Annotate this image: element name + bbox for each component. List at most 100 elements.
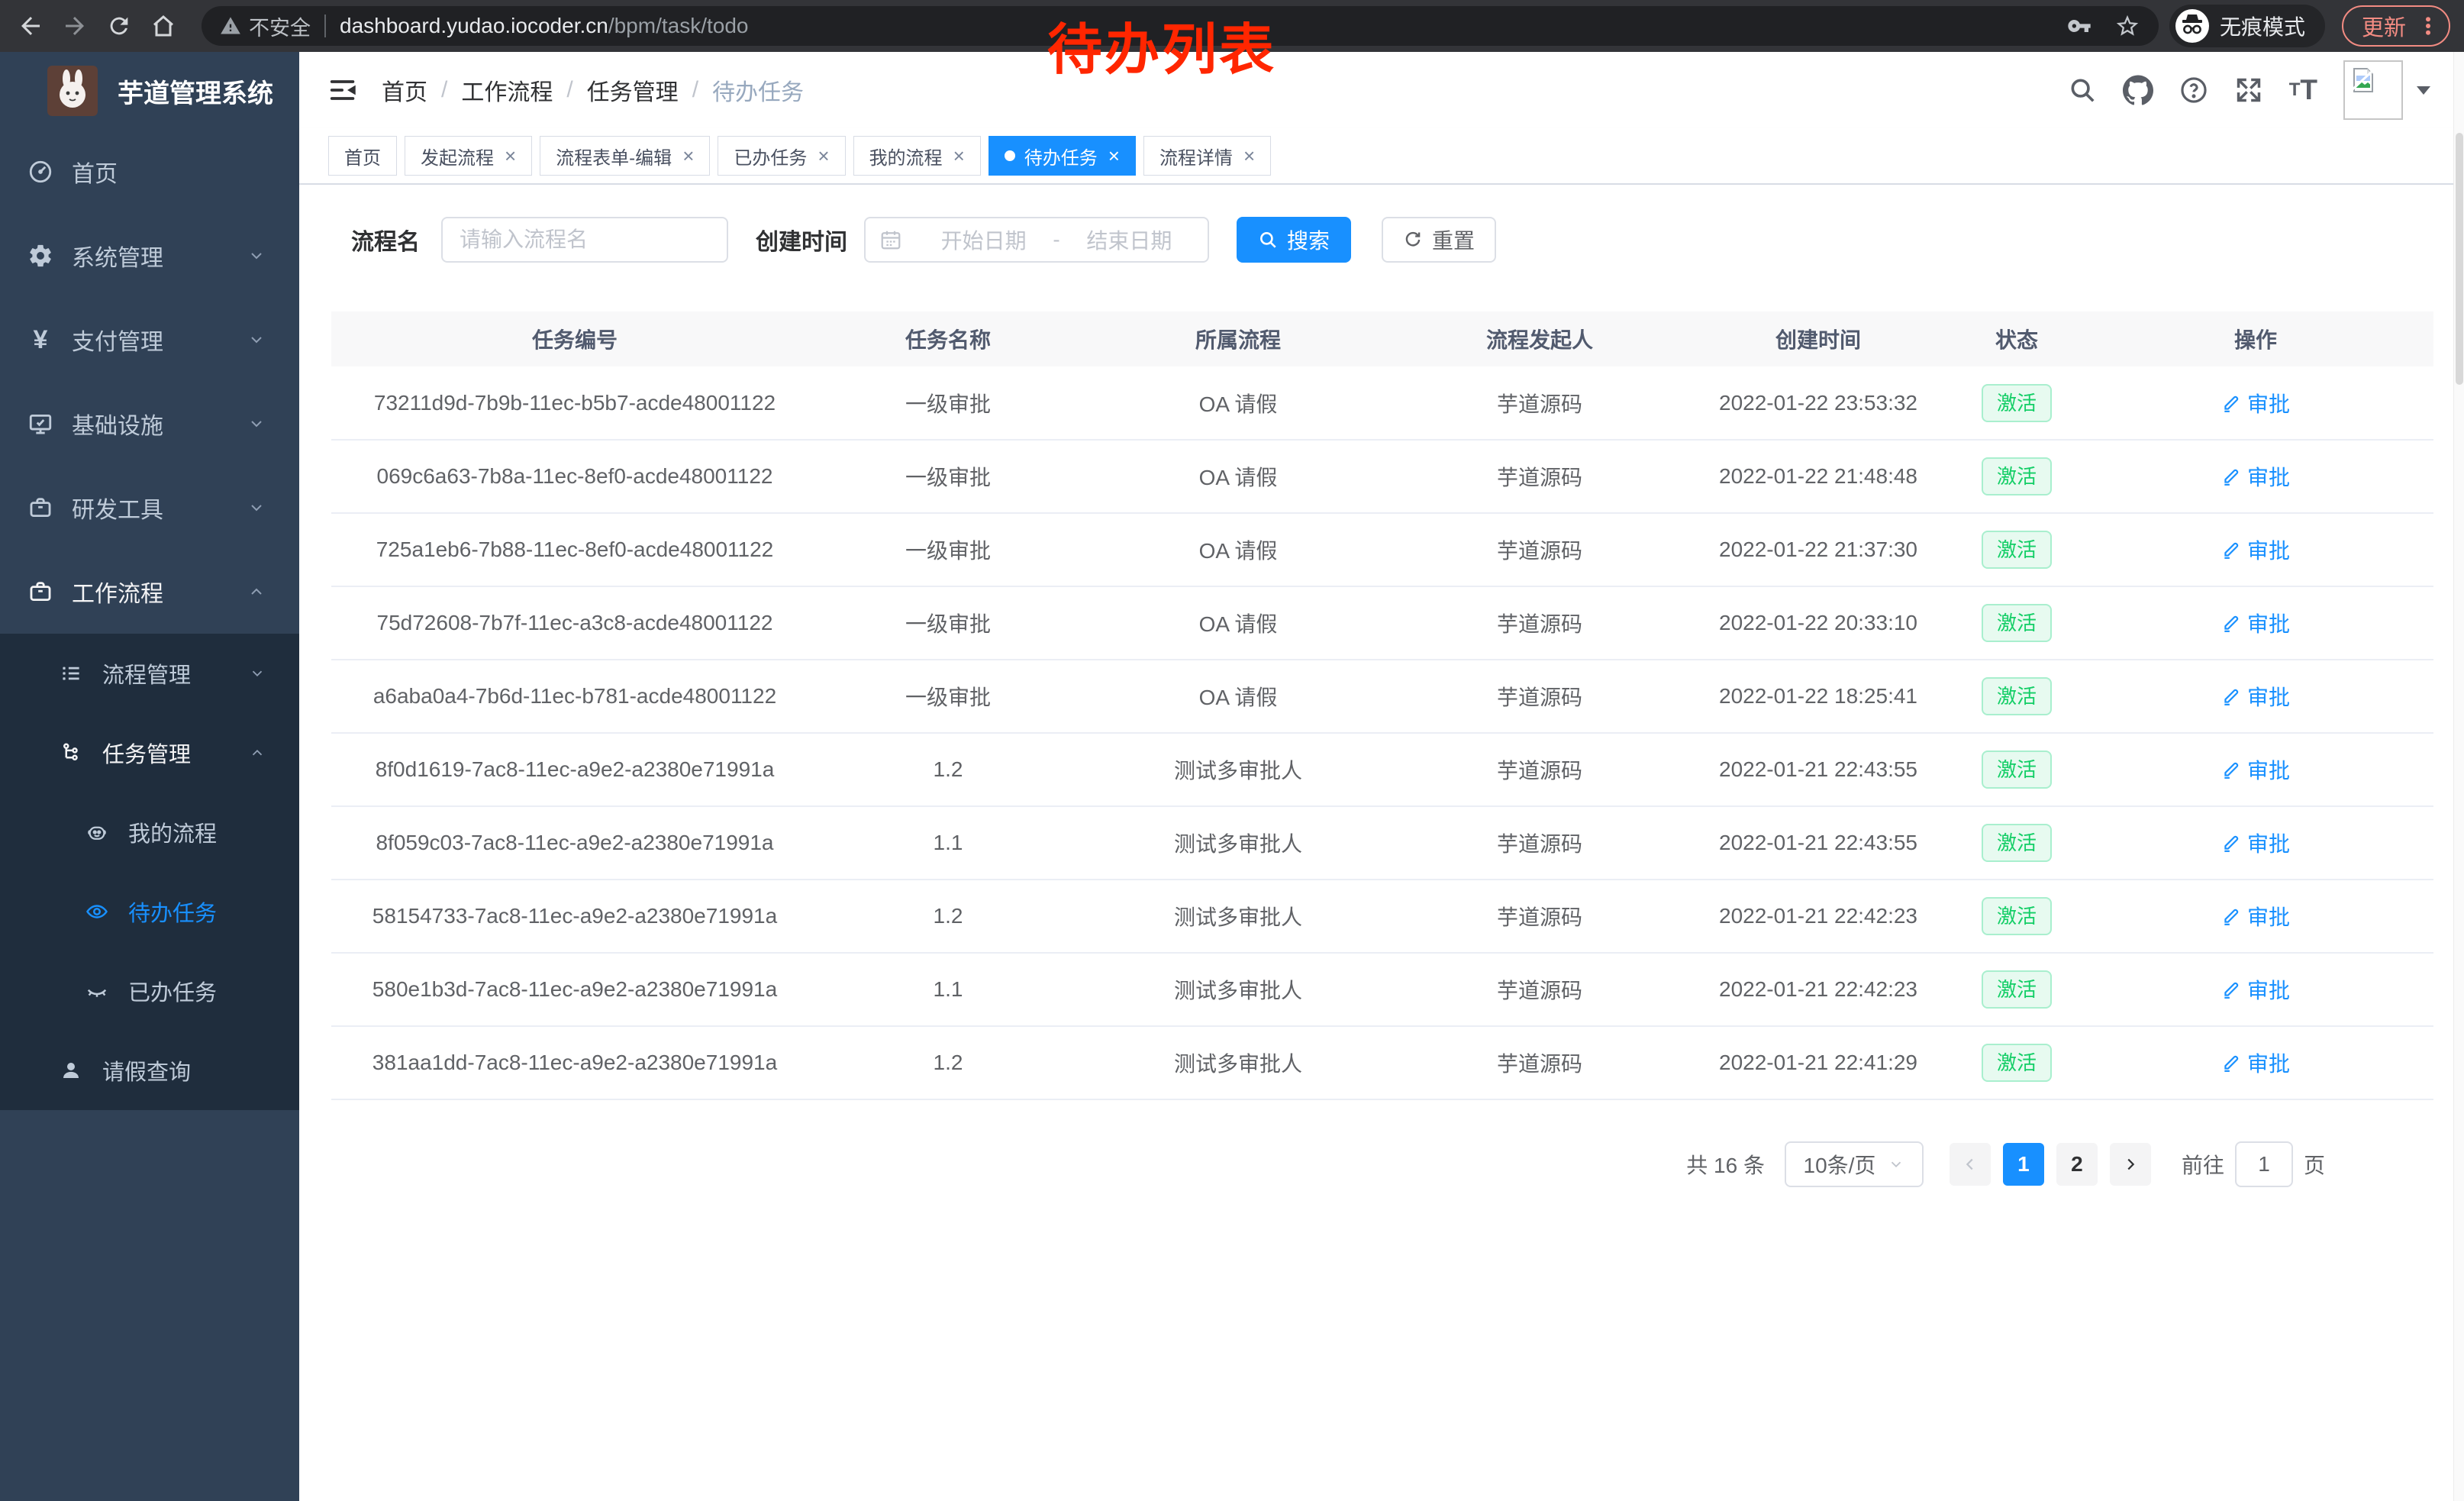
page-unit-label: 页 bbox=[2304, 1149, 2325, 1180]
tab-start-process[interactable]: 发起流程× bbox=[405, 136, 532, 176]
breadcrumb-workflow[interactable]: 工作流程 bbox=[461, 73, 553, 107]
sidebar-item-my-process[interactable]: 我的流程 bbox=[0, 792, 299, 872]
browser-menu-icon[interactable] bbox=[2417, 13, 2440, 39]
app-logo-row[interactable]: 芋道管理系统 bbox=[0, 52, 299, 130]
sidebar-item-task-mgmt[interactable]: 任务管理 bbox=[0, 713, 299, 792]
approve-link[interactable]: 审批 bbox=[2221, 754, 2290, 785]
approve-link[interactable]: 审批 bbox=[2221, 681, 2290, 712]
approve-link[interactable]: 审批 bbox=[2221, 974, 2290, 1005]
breadcrumb: 首页 / 工作流程 / 任务管理 / 待办任务 bbox=[382, 73, 804, 107]
table-row: 725a1eb6-7b88-11ec-8ef0-acde48001122 一级审… bbox=[331, 513, 2433, 586]
reset-button[interactable]: 重置 bbox=[1382, 217, 1496, 263]
process-name-input[interactable] bbox=[441, 217, 728, 263]
avatar-caret-icon[interactable] bbox=[2415, 85, 2432, 95]
browser-back-button[interactable] bbox=[14, 9, 47, 43]
table-row: 73211d9d-7b9b-11ec-b5b7-acde48001122 一级审… bbox=[331, 366, 2433, 440]
task-time: 2022-01-22 20:33:10 bbox=[1681, 586, 1956, 660]
close-icon[interactable]: × bbox=[1243, 146, 1255, 166]
chevron-down-icon bbox=[247, 499, 266, 517]
search-icon[interactable] bbox=[2068, 76, 2097, 105]
sidebar: 芋道管理系统 首页 系统管理 ¥ 支付管理 基础设施 bbox=[0, 52, 299, 1501]
tab-form-edit[interactable]: 流程表单-编辑× bbox=[540, 136, 710, 176]
task-time: 2022-01-22 21:48:48 bbox=[1681, 440, 1956, 513]
tab-done-tasks[interactable]: 已办任务× bbox=[718, 136, 845, 176]
page-size-select[interactable]: 10条/页 bbox=[1785, 1141, 1924, 1187]
sidebar-item-devtools[interactable]: 研发工具 bbox=[0, 466, 299, 550]
font-size-icon[interactable]: TT bbox=[2289, 74, 2317, 106]
close-icon[interactable]: × bbox=[682, 146, 694, 166]
help-icon[interactable] bbox=[2179, 76, 2208, 105]
page-button-1[interactable]: 1 bbox=[2003, 1143, 2044, 1186]
key-icon[interactable] bbox=[2067, 14, 2091, 38]
status-badge: 激活 bbox=[1982, 970, 2052, 1009]
breadcrumb-task-mgmt[interactable]: 任务管理 bbox=[587, 73, 679, 107]
col-process: 所属流程 bbox=[1078, 311, 1398, 366]
sidebar-toggle-icon[interactable] bbox=[328, 75, 359, 105]
approve-link[interactable]: 审批 bbox=[2221, 608, 2290, 638]
date-range-picker[interactable]: 开始日期 - 结束日期 bbox=[864, 217, 1209, 263]
approve-link[interactable]: 审批 bbox=[2221, 828, 2290, 858]
task-process: OA 请假 bbox=[1078, 586, 1398, 660]
task-time: 2022-01-22 23:53:32 bbox=[1681, 366, 1956, 440]
approve-link[interactable]: 审批 bbox=[2221, 388, 2290, 418]
sidebar-item-payment[interactable]: ¥ 支付管理 bbox=[0, 298, 299, 382]
close-icon[interactable]: × bbox=[1108, 146, 1120, 166]
next-page-button[interactable] bbox=[2110, 1143, 2151, 1186]
page-scrollbar[interactable] bbox=[2453, 52, 2464, 1501]
browser-home-button[interactable] bbox=[147, 9, 180, 43]
approve-link[interactable]: 审批 bbox=[2221, 461, 2290, 492]
sidebar-item-workflow[interactable]: 工作流程 bbox=[0, 550, 299, 634]
task-time: 2022-01-21 22:42:23 bbox=[1681, 880, 1956, 953]
task-id: 58154733-7ac8-11ec-a9e2-a2380e71991a bbox=[331, 880, 818, 953]
close-icon[interactable]: × bbox=[505, 146, 516, 166]
task-id: 8f059c03-7ac8-11ec-a9e2-a2380e71991a bbox=[331, 806, 818, 880]
approve-link[interactable]: 审批 bbox=[2221, 534, 2290, 565]
task-starter: 芋道源码 bbox=[1398, 586, 1681, 660]
page-button-2[interactable]: 2 bbox=[2056, 1143, 2098, 1186]
sidebar-item-system[interactable]: 系统管理 bbox=[0, 214, 299, 298]
bookmark-star-icon[interactable] bbox=[2114, 13, 2140, 39]
prev-page-button[interactable] bbox=[1950, 1143, 1991, 1186]
tab-my-process[interactable]: 我的流程× bbox=[853, 136, 981, 176]
approve-link[interactable]: 审批 bbox=[2221, 901, 2290, 931]
omnibox-divider bbox=[324, 15, 326, 37]
table-row: 8f0d1619-7ac8-11ec-a9e2-a2380e71991a 1.2… bbox=[331, 733, 2433, 806]
browser-forward-button[interactable] bbox=[58, 9, 92, 43]
github-icon[interactable] bbox=[2123, 75, 2153, 105]
sidebar-item-process-mgmt[interactable]: 流程管理 bbox=[0, 634, 299, 713]
status-badge: 激活 bbox=[1982, 531, 2052, 569]
browser-reload-button[interactable] bbox=[102, 9, 136, 43]
fullscreen-icon[interactable] bbox=[2234, 76, 2263, 105]
goto-page-input[interactable] bbox=[2235, 1141, 2293, 1187]
status-badge: 激活 bbox=[1982, 384, 2052, 422]
user-icon bbox=[60, 1059, 82, 1082]
scrollbar-thumb[interactable] bbox=[2456, 133, 2463, 385]
task-name: 一级审批 bbox=[818, 366, 1078, 440]
sidebar-item-home[interactable]: 首页 bbox=[0, 130, 299, 214]
task-name: 一级审批 bbox=[818, 440, 1078, 513]
approve-link[interactable]: 审批 bbox=[2221, 1047, 2290, 1078]
update-button[interactable]: 更新 bbox=[2362, 10, 2406, 42]
sidebar-item-todo-tasks[interactable]: 待办任务 bbox=[0, 872, 299, 951]
robot-icon bbox=[85, 821, 108, 844]
sidebar-item-leave-query[interactable]: 请假查询 bbox=[0, 1031, 299, 1110]
tab-process-detail[interactable]: 流程详情× bbox=[1143, 136, 1271, 176]
tab-todo-tasks[interactable]: 待办任务× bbox=[989, 136, 1136, 176]
tab-home[interactable]: 首页 bbox=[328, 136, 397, 176]
eye-icon bbox=[85, 900, 108, 923]
status-badge: 激活 bbox=[1982, 750, 2052, 789]
avatar[interactable] bbox=[2343, 60, 2403, 120]
col-actions: 操作 bbox=[2078, 311, 2433, 366]
breadcrumb-home[interactable]: 首页 bbox=[382, 73, 427, 107]
close-icon[interactable]: × bbox=[818, 146, 829, 166]
search-button[interactable]: 搜索 bbox=[1237, 217, 1351, 263]
task-process: OA 请假 bbox=[1078, 513, 1398, 586]
process-name-label: 流程名 bbox=[351, 223, 420, 257]
task-id: 725a1eb6-7b88-11ec-8ef0-acde48001122 bbox=[331, 513, 818, 586]
sidebar-item-infra[interactable]: 基础设施 bbox=[0, 382, 299, 466]
task-starter: 芋道源码 bbox=[1398, 880, 1681, 953]
sidebar-item-done-tasks[interactable]: 已办任务 bbox=[0, 951, 299, 1031]
app-title: 芋道管理系统 bbox=[118, 73, 273, 110]
close-icon[interactable]: × bbox=[953, 146, 965, 166]
task-time: 2022-01-21 22:41:29 bbox=[1681, 1026, 1956, 1099]
